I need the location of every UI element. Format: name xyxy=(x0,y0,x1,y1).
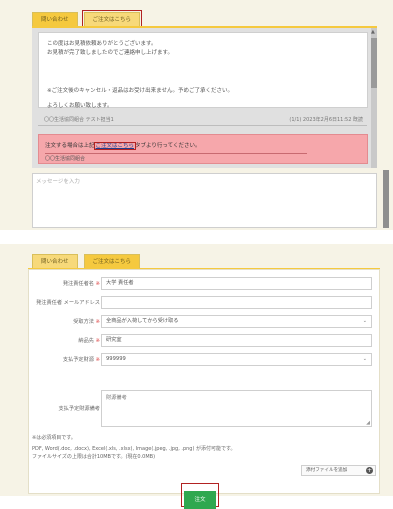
quote-message: この度はお見積依頼ありがとうございます。 お見積が完了致しましたのでご連絡申し上… xyxy=(38,32,368,109)
scrollbar-thumb[interactable] xyxy=(371,38,377,88)
add-attachment-button[interactable]: 添付ファイルを追加 + xyxy=(301,465,376,476)
inquiry-chat-panel: 問い合わせ ご注文はこちら この度はお見積依頼ありがとうございます。 お見積が完… xyxy=(0,0,393,230)
delivery-address-input[interactable]: 研究室 xyxy=(101,334,372,347)
field-label: 納品先 ※ xyxy=(78,338,100,344)
responsible-email-input[interactable] xyxy=(101,296,372,309)
message-timestamp: (1/1) 2023年2月6日11:52 既読 xyxy=(289,117,363,123)
chevron-down-icon: ⌄ xyxy=(362,318,367,324)
form-row-delivery-address: 納品先 ※ 研究室 xyxy=(29,334,381,348)
message-input[interactable]: メッセージを入力 xyxy=(32,173,377,228)
message-line: ※ご注文後のキャンセル・返品はお受け出来ません。予めご了承ください。 xyxy=(47,88,233,94)
file-size-note: ファイルサイズの上限は合計10MBです。(現在0.0MB) xyxy=(32,454,156,460)
field-label: 受取方法 ※ xyxy=(73,319,100,325)
field-label: 発注責任者名 ※ xyxy=(62,281,100,287)
chevron-down-icon: ⌄ xyxy=(362,356,367,362)
tab-inquiry[interactable]: 問い合わせ xyxy=(32,254,78,268)
field-label: 支払予定財源備考 xyxy=(58,406,100,412)
delivery-method-select[interactable]: 全商品が入荷してから受け取る ⌄ xyxy=(101,315,372,328)
scroll-up-icon[interactable]: ▲ xyxy=(371,29,375,35)
resize-handle-icon[interactable]: ◢ xyxy=(366,420,370,426)
form-row-payment-budget: 支払予定財源 ※ 999999 ⌄ xyxy=(29,353,381,367)
order-notice-message: 注文する場合は上記ご注文はこちらタブより行ってください。 〇〇生活協同組合 xyxy=(38,134,368,164)
form-row-responsible-email: 発注責任者 メールアドレス xyxy=(29,296,381,310)
tab-order[interactable]: ご注文はこちら xyxy=(81,10,143,28)
form-row-responsible-name: 発注責任者名 ※ 大学 責任者 xyxy=(29,277,381,291)
form-row-delivery-method: 受取方法 ※ 全商品が入荷してから受け取る ⌄ xyxy=(29,315,381,329)
field-label: 支払予定財源 ※ xyxy=(62,357,100,363)
field-label: 発注責任者 メールアドレス xyxy=(36,300,100,306)
notice-prefix: 注文する場合は上記 xyxy=(45,143,95,149)
required-note: ※は必須項目です。 xyxy=(32,435,76,441)
budget-notes-textarea[interactable]: 財源備考 ◢ xyxy=(101,390,372,427)
submit-highlight: 注文 xyxy=(181,483,219,509)
message-line: お見積が完了致しましたのでご連絡申し上げます。 xyxy=(47,50,173,56)
plus-icon: + xyxy=(366,467,373,474)
message-thread: この度はお見積依頼ありがとうございます。 お見積が完了致しましたのでご連絡申し上… xyxy=(32,28,377,168)
tab-order[interactable]: ご注文はこちら xyxy=(83,254,141,268)
notice-suffix: タブより行ってください。 xyxy=(135,143,201,149)
order-form-panel: 問い合わせ ご注文はこちら 発注責任者名 ※ 大学 責任者 発注責任者 メールア… xyxy=(0,244,393,509)
order-submit-button[interactable]: 注文 xyxy=(184,491,216,509)
payment-budget-select[interactable]: 999999 ⌄ xyxy=(101,353,372,366)
thread-scrollbar[interactable] xyxy=(371,28,377,168)
notice-sender: 〇〇生活協同組合 xyxy=(45,156,86,162)
message-divider xyxy=(38,125,367,126)
notice-text: 注文する場合は上記ご注文はこちらタブより行ってください。 xyxy=(45,141,201,150)
order-tab-link[interactable]: ご注文はこちら xyxy=(93,142,137,150)
tab-bar: 問い合わせ ご注文はこちら xyxy=(32,254,141,268)
tab-inquiry[interactable]: 問い合わせ xyxy=(32,12,78,26)
order-form: 発注責任者名 ※ 大学 責任者 発注責任者 メールアドレス 受取方法 ※ 全商品… xyxy=(28,269,381,509)
input-scrollbar[interactable] xyxy=(383,170,389,228)
message-line: この度はお見積依頼ありがとうございます。 xyxy=(47,41,157,47)
message-line: よろしくお願い致します。 xyxy=(47,103,113,109)
notice-divider xyxy=(45,153,307,154)
responsible-name-input[interactable]: 大学 責任者 xyxy=(101,277,372,290)
file-types-note: PDF, Word(.doc, .docx), Excel(.xls, .xls… xyxy=(32,446,236,452)
message-sender: 〇〇生活協同組合 テスト担当1 xyxy=(44,117,114,123)
tab-bar: 問い合わせ ご注文はこちら xyxy=(32,10,143,28)
